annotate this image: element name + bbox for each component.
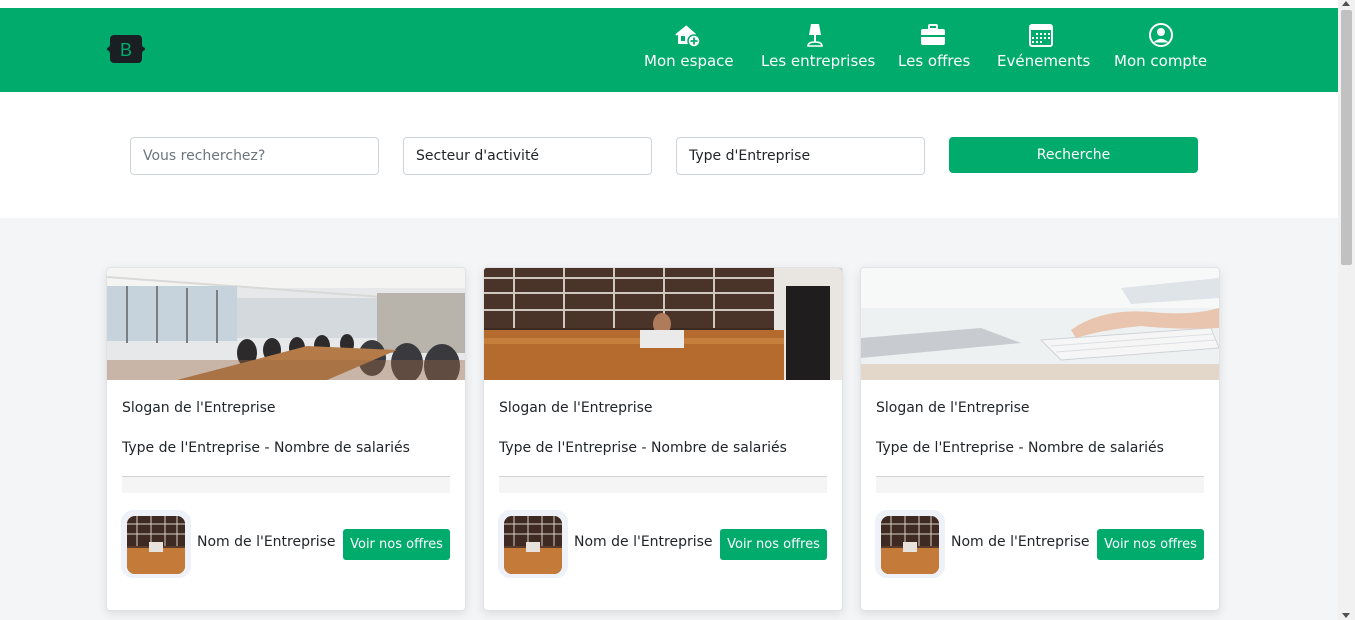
company-card: Slogan de l'Entreprise Type de l'Entrepr… bbox=[483, 267, 843, 611]
nav-les-offres[interactable]: Les offres bbox=[898, 22, 971, 70]
company-logo bbox=[498, 510, 568, 578]
company-name: Nom de l'Entreprise bbox=[574, 534, 713, 550]
nav-mon-compte[interactable]: Mon compte bbox=[1114, 22, 1207, 70]
company-name: Nom de l'Entreprise bbox=[951, 534, 1090, 550]
card-image-meeting-room bbox=[107, 268, 465, 380]
brand-letter: B bbox=[120, 40, 132, 60]
company-slogan: Slogan de l'Entreprise bbox=[122, 400, 276, 416]
card-divider bbox=[499, 476, 827, 493]
navbar: B Mon espace Les entreprises Les offres bbox=[0, 8, 1338, 92]
briefcase-icon bbox=[920, 24, 945, 45]
calendar-icon bbox=[1028, 24, 1053, 47]
company-card: Slogan de l'Entreprise Type de l'Entrepr… bbox=[860, 267, 1220, 611]
company-slogan: Slogan de l'Entreprise bbox=[876, 400, 1030, 416]
company-logo-image bbox=[127, 516, 185, 574]
nav-label: Les entreprises bbox=[761, 52, 876, 70]
company-type-size: Type de l'Entreprise - Nombre de salarié… bbox=[876, 440, 1164, 456]
search-bar: Secteur d'activité Type d'Entreprise Rec… bbox=[0, 92, 1338, 218]
bootstrap-logo-icon[interactable]: B bbox=[107, 32, 145, 66]
card-divider bbox=[122, 476, 450, 493]
company-card: Slogan de l'Entreprise Type de l'Entrepr… bbox=[106, 267, 466, 611]
company-logo-image bbox=[881, 516, 939, 574]
nav-label: Mon espace bbox=[644, 52, 734, 70]
nav-evenements[interactable]: Evénements bbox=[997, 22, 1091, 70]
lamp-icon bbox=[806, 24, 823, 47]
nav-les-entreprises[interactable]: Les entreprises bbox=[761, 22, 876, 70]
nav-mon-espace[interactable]: Mon espace bbox=[644, 22, 734, 70]
card-image-keyboard bbox=[861, 268, 1219, 380]
company-type-select[interactable]: Type d'Entreprise bbox=[676, 137, 925, 175]
sector-select[interactable]: Secteur d'activité bbox=[403, 137, 652, 175]
see-offers-button[interactable]: Voir nos offres bbox=[1097, 529, 1204, 560]
company-type-size: Type de l'Entreprise - Nombre de salarié… bbox=[499, 440, 787, 456]
card-image-office-desk bbox=[484, 268, 842, 380]
house-add-icon bbox=[674, 25, 701, 48]
person-circle-icon bbox=[1148, 23, 1173, 47]
company-type-size: Type de l'Entreprise - Nombre de salarié… bbox=[122, 440, 410, 456]
scroll-up-arrow-icon[interactable] bbox=[1342, 1, 1350, 6]
company-logo bbox=[121, 510, 191, 578]
see-offers-button[interactable]: Voir nos offres bbox=[720, 529, 827, 560]
search-button[interactable]: Recherche bbox=[949, 137, 1198, 173]
card-divider bbox=[876, 476, 1204, 493]
search-input[interactable] bbox=[130, 137, 379, 175]
company-logo-image bbox=[504, 516, 562, 574]
see-offers-button[interactable]: Voir nos offres bbox=[343, 529, 450, 560]
nav-label: Les offres bbox=[898, 52, 971, 70]
nav-label: Evénements bbox=[997, 52, 1091, 70]
company-name: Nom de l'Entreprise bbox=[197, 534, 336, 550]
company-logo bbox=[875, 510, 945, 578]
top-strip bbox=[0, 0, 1338, 8]
scrollbar-thumb[interactable] bbox=[1341, 10, 1352, 265]
scroll-down-arrow-icon[interactable] bbox=[1342, 613, 1350, 618]
nav-label: Mon compte bbox=[1114, 52, 1208, 70]
company-slogan: Slogan de l'Entreprise bbox=[499, 400, 653, 416]
